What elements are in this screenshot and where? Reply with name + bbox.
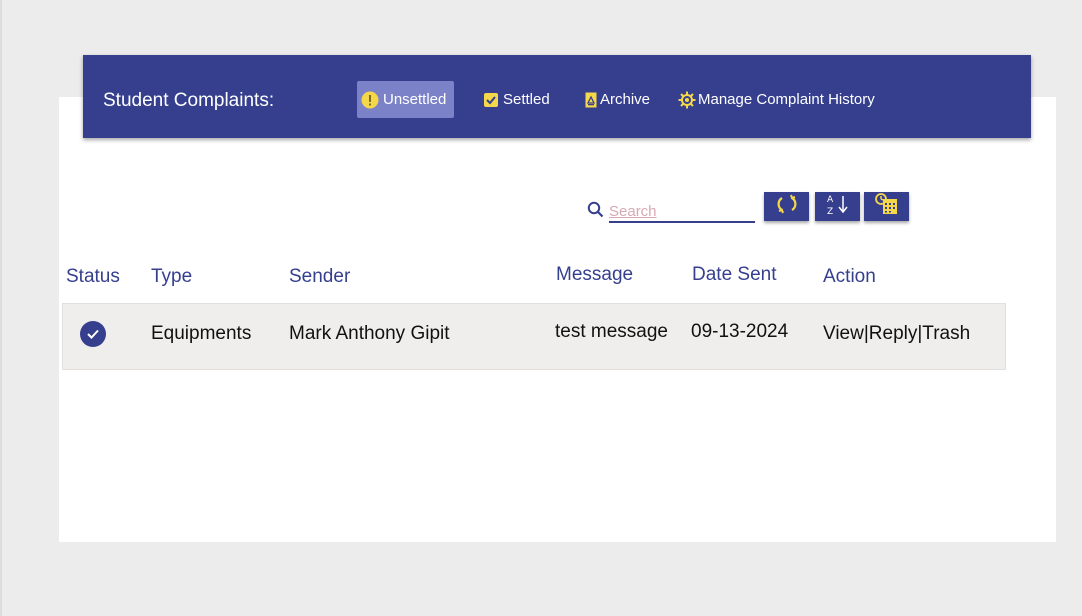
column-header-date-sent: Date Sent [692,264,777,285]
tab-settled-label: Settled [503,91,550,108]
tab-settled[interactable]: Settled [483,81,550,118]
calendar-filter-button[interactable] [864,192,909,221]
checkbox-icon [483,92,499,108]
archive-icon [585,92,597,108]
page-title: Student Complaints: [103,90,275,111]
tab-manage-complaint-history[interactable]: Manage Complaint History [678,81,875,118]
sort-button[interactable]: AZ [815,192,860,221]
table-row: Equipments Mark Anthony Gipit test messa… [62,303,1006,370]
tab-unsettled[interactable]: Unsettled [357,81,455,118]
cell-message: test message [555,321,668,342]
refresh-icon [776,193,798,220]
refresh-button[interactable] [764,192,809,221]
svg-text:Z: Z [827,207,833,216]
column-header-type: Type [151,266,193,287]
tab-manage-label: Manage Complaint History [698,91,875,108]
cell-actions: View|Reply|Trash [823,323,970,345]
column-header-sender: Sender [289,266,351,287]
cell-sender: Mark Anthony Gipit [289,323,450,344]
svg-text:A: A [827,195,834,205]
tab-archive-label: Archive [600,91,651,108]
search-icon [587,201,604,223]
warning-icon [361,91,379,109]
cell-date-sent: 09-13-2024 [691,321,789,342]
calendar-filter-icon [874,192,900,221]
column-header-action: Action [823,266,876,287]
column-header-message: Message [556,264,634,285]
cell-type: Equipments [151,323,252,344]
complaints-header: Student Complaints: Unsettled Settled Ar… [83,55,1031,138]
trash-link[interactable]: Trash [922,323,970,344]
gear-icon [678,91,696,109]
reply-link[interactable]: Reply [869,323,918,344]
view-link[interactable]: View [823,323,864,344]
column-header-status: Status [66,266,120,287]
sort-az-icon: AZ [824,192,852,221]
search-bar [587,201,755,223]
window-edge [0,0,2,616]
tab-unsettled-label: Unsettled [383,91,447,108]
tab-archive[interactable]: Archive [585,81,650,118]
status-check-icon [80,321,106,347]
search-input[interactable] [609,201,755,223]
